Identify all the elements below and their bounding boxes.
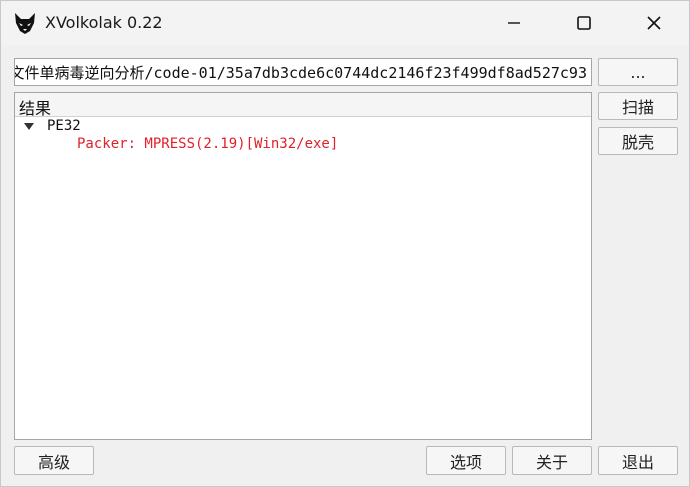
results-tree[interactable]: 结果 PE32 Packer: MPRESS(2.19)[Win32/exe]: [14, 92, 592, 440]
scan-button[interactable]: 扫描: [598, 92, 678, 120]
window-title: XVolkolak 0.22: [45, 13, 163, 32]
wolf-logo-icon: [15, 13, 35, 34]
advanced-button[interactable]: 高级: [14, 446, 94, 475]
results-header: 结果: [15, 93, 591, 118]
close-icon: [647, 16, 661, 30]
exit-button[interactable]: 退出: [598, 446, 678, 475]
maximize-button[interactable]: [561, 1, 607, 45]
file-path-input[interactable]: 文件单病毒逆向分析/code-01/35a7db3cde6c0744dc2146…: [14, 58, 592, 86]
unpack-button[interactable]: 脱壳: [598, 127, 678, 155]
tree-item-packer[interactable]: Packer: MPRESS(2.19)[Win32/exe]: [77, 136, 338, 152]
app-window: XVolkolak 0.22 文件单病毒逆向分析/code-01/35a7db3…: [0, 0, 690, 487]
file-path-text: 文件单病毒逆向分析/code-01/35a7db3cde6c0744dc2146…: [14, 64, 587, 82]
tree-item-root[interactable]: PE32: [47, 118, 81, 134]
expand-arrow-icon[interactable]: [24, 123, 34, 131]
browse-button[interactable]: ...: [598, 58, 678, 86]
maximize-icon: [577, 16, 591, 30]
minimize-icon: [508, 22, 520, 24]
minimize-button[interactable]: [491, 1, 537, 45]
options-button[interactable]: 选项: [426, 446, 506, 475]
results-header-label: 结果: [19, 99, 52, 118]
about-button[interactable]: 关于: [512, 446, 592, 475]
title-bar[interactable]: XVolkolak 0.22: [1, 1, 689, 45]
close-button[interactable]: [631, 1, 677, 45]
